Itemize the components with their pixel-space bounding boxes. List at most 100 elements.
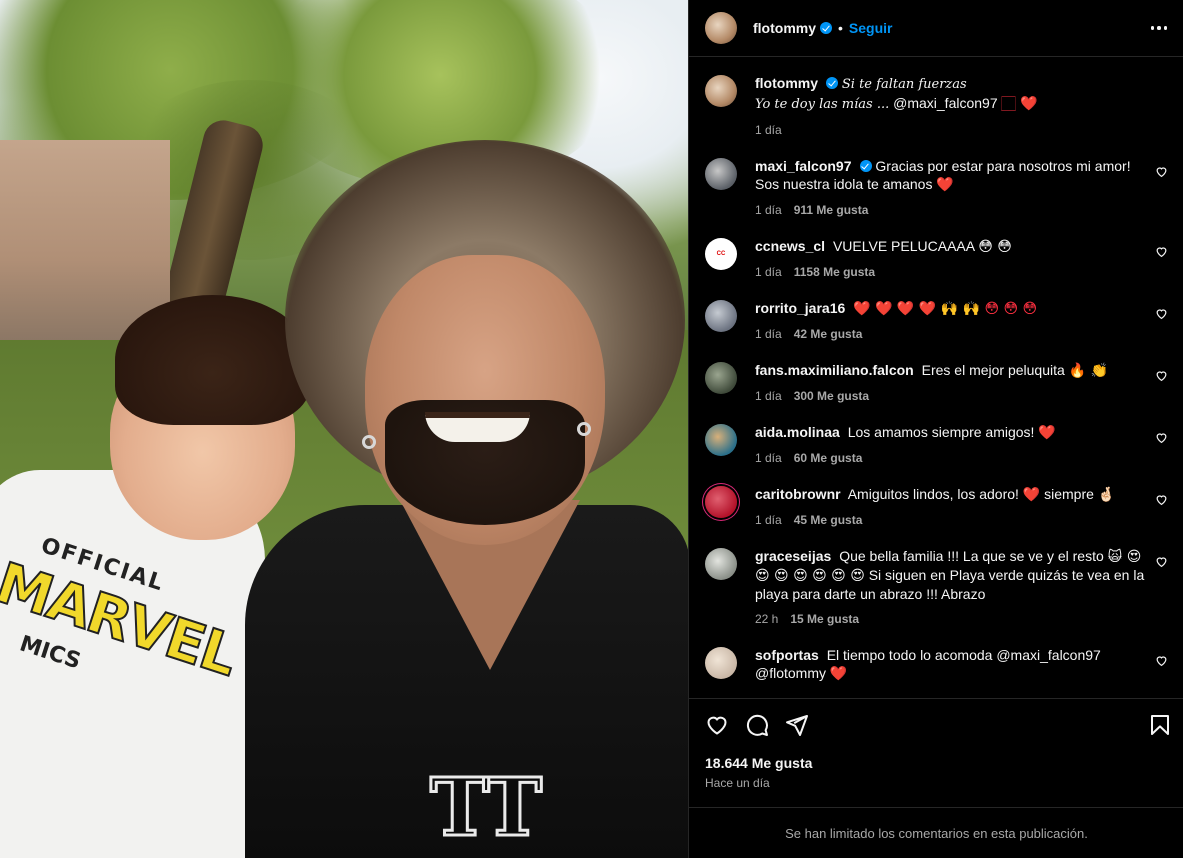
comment-username[interactable]: graceseijas (755, 548, 831, 564)
post-sidebar: flotommy • Seguir flotommy Si te faltan … (688, 0, 1183, 858)
earring (362, 435, 376, 449)
comment-item: rorrito_jara16 ❤️ ❤️ ❤️ ❤️ 🙌 🙌 😳 😳 😳 1 d… (705, 299, 1168, 341)
commenter-avatar[interactable] (705, 548, 737, 580)
comment-username[interactable]: maxi_falcon97 (755, 158, 852, 174)
more-options-icon[interactable] (1148, 17, 1170, 39)
comment-like-heart-icon[interactable] (1155, 555, 1168, 568)
comment-content: Eres el mejor peluquita (921, 362, 1065, 378)
caption-mention[interactable]: @maxi_falcon97 (893, 95, 998, 111)
header-user: flotommy • Seguir (753, 20, 892, 36)
comment-time[interactable]: 1 día (755, 327, 782, 341)
comment-time[interactable]: 1 día (755, 451, 782, 465)
comment-content: VUELVE PELUCAAAA (832, 238, 975, 254)
comment-likes[interactable]: 300 Me gusta (794, 389, 869, 403)
earring (577, 422, 591, 436)
man-smile (425, 412, 530, 442)
comments-list[interactable]: flotommy Si te faltan fuerzas Yo te doy … (689, 58, 1183, 698)
comment-icon[interactable] (745, 713, 769, 737)
comment-like-heart-icon[interactable] (1155, 493, 1168, 506)
comment-time[interactable]: 1 día (755, 203, 782, 217)
comment-username[interactable]: fans.maximiliano.falcon (755, 362, 914, 378)
comment-meta: 1 día 60 Me gusta (755, 451, 1155, 465)
ccnews-logo-icon: CC (716, 251, 726, 257)
commenter-avatar[interactable] (705, 300, 737, 332)
comment-likes[interactable]: 45 Me gusta (794, 513, 863, 527)
post-image[interactable]: OFFICIAL MARVEL MICS TT (0, 0, 688, 858)
comment-likes[interactable]: 42 Me gusta (794, 327, 863, 341)
building-wall (0, 140, 170, 340)
child-hair (115, 295, 310, 425)
comment-meta: 22 h 15 Me gusta (755, 612, 1155, 626)
commenter-avatar[interactable] (705, 362, 737, 394)
caption-username[interactable]: flotommy (755, 75, 818, 91)
comment-meta: 1 día 1158 Me gusta (755, 265, 1155, 279)
comment-like-heart-icon[interactable] (1155, 165, 1168, 178)
author-avatar[interactable] (705, 75, 737, 107)
comment-body: maxi_falcon97 Gracias por estar para nos… (755, 157, 1155, 217)
comment-item: CC ccnews_cl VUELVE PELUCAAAA 😳 😳 1 día 1… (705, 237, 1168, 279)
caption: flotommy Si te faltan fuerzas Yo te doy … (705, 74, 1168, 137)
comment-like-heart-icon[interactable] (1155, 431, 1168, 444)
comment-likes[interactable]: 60 Me gusta (794, 451, 863, 465)
caption-meta: 1 día (755, 123, 1155, 137)
share-icon[interactable] (785, 713, 809, 737)
comment-username[interactable]: ccnews_cl (755, 238, 825, 254)
caption-text: flotommy Si te faltan fuerzas Yo te doy … (755, 74, 1155, 114)
commenter-avatar[interactable] (705, 486, 737, 518)
comment-time[interactable]: 22 h (755, 612, 778, 626)
verified-icon (820, 22, 832, 34)
comment-emoji: 🔥 👏 (1068, 363, 1109, 379)
comment-time[interactable]: 1 día (755, 265, 782, 279)
tshirt-logo: TT (428, 759, 543, 856)
comment-body: aida.molinaa Los amamos siempre amigos! … (755, 423, 1155, 465)
comment-username[interactable]: sofportas (755, 647, 819, 663)
comment-content-2: siempre (1044, 486, 1094, 502)
post-time[interactable]: Hace un día (705, 776, 770, 790)
comment-text: maxi_falcon97 Gracias por estar para nos… (755, 157, 1155, 194)
follow-button[interactable]: Seguir (849, 20, 893, 36)
verified-icon (826, 77, 838, 89)
comment-item: caritobrownr Amiguitos lindos, los adoro… (705, 485, 1168, 527)
author-avatar[interactable] (705, 12, 737, 44)
comment-username[interactable]: aida.molinaa (755, 424, 840, 440)
comment-text: fans.maximiliano.falcon Eres el mejor pe… (755, 361, 1155, 380)
comment-meta: 1 día 911 Me gusta (755, 203, 1155, 217)
comment-emoji-2: 🤞🏻 (1097, 487, 1116, 503)
comment-item: sofportas El tiempo todo lo acomoda @max… (705, 646, 1168, 683)
comment-body: ccnews_cl VUELVE PELUCAAAA 😳 😳 1 día 1158… (755, 237, 1155, 279)
likes-count[interactable]: 18.644 Me gusta (705, 755, 812, 771)
comment-like-heart-icon[interactable] (1155, 307, 1168, 320)
comment-like-heart-icon[interactable] (1155, 369, 1168, 382)
comment-meta: 1 día 300 Me gusta (755, 389, 1155, 403)
comment-content: Los amamos siempre amigos! (847, 424, 1035, 440)
caption-line-1: Si te faltan fuerzas (841, 77, 967, 92)
commenter-avatar[interactable] (705, 158, 737, 190)
commenter-avatar[interactable] (705, 424, 737, 456)
comment-username[interactable]: caritobrownr (755, 486, 841, 502)
comment-meta: 1 día 42 Me gusta (755, 327, 1155, 341)
comment-item: maxi_falcon97 Gracias por estar para nos… (705, 157, 1168, 217)
bookmark-icon[interactable] (1148, 713, 1172, 737)
action-bar: 18.644 Me gusta Hace un día (689, 698, 1183, 806)
comment-likes[interactable]: 911 Me gusta (794, 203, 869, 217)
commenter-avatar[interactable]: CC (705, 238, 737, 270)
comment-like-heart-icon[interactable] (1155, 245, 1168, 258)
comment-time[interactable]: 1 día (755, 389, 782, 403)
comment-username[interactable]: rorrito_jara16 (755, 300, 845, 316)
comment-text: sofportas El tiempo todo lo acomoda @max… (755, 646, 1155, 683)
comment-time[interactable]: 1 día (755, 513, 782, 527)
comment-emoji: 😳 😳 (978, 239, 1012, 255)
comment-body: rorrito_jara16 ❤️ ❤️ ❤️ ❤️ 🙌 🙌 😳 😳 😳 1 d… (755, 299, 1155, 341)
commenter-avatar[interactable] (705, 647, 737, 679)
comment-emoji: ❤️ (1038, 425, 1056, 441)
caption-line-2: Yo te doy las mías ... (755, 97, 890, 112)
comment-likes[interactable]: 1158 Me gusta (794, 265, 875, 279)
heart-icon[interactable] (705, 713, 729, 737)
caption-time[interactable]: 1 día (755, 123, 782, 137)
action-icons (705, 713, 809, 737)
author-username[interactable]: flotommy (753, 20, 816, 36)
caption-body: flotommy Si te faltan fuerzas Yo te doy … (755, 74, 1155, 137)
comment-meta: 1 día 45 Me gusta (755, 513, 1155, 527)
comment-like-heart-icon[interactable] (1155, 654, 1168, 667)
comment-likes[interactable]: 15 Me gusta (790, 612, 859, 626)
